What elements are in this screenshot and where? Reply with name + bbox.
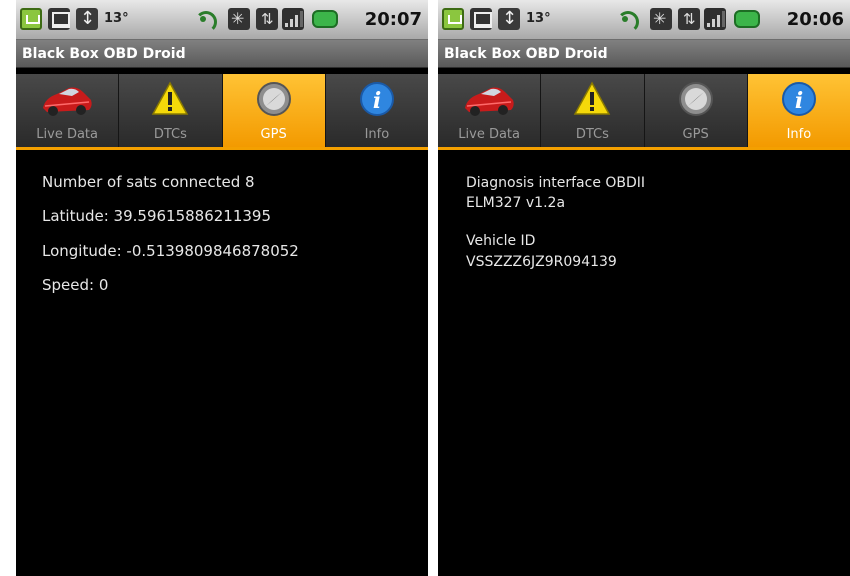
gps-signal-icon bbox=[192, 8, 217, 33]
tab-label: GPS bbox=[682, 127, 709, 142]
tab-label: Info bbox=[786, 127, 812, 142]
usb-debug-icon bbox=[76, 8, 98, 30]
info-icon: i bbox=[781, 82, 816, 116]
usb-storage-icon bbox=[470, 8, 492, 30]
gps-signal-icon bbox=[614, 8, 639, 33]
info-icon: i bbox=[359, 82, 394, 116]
data-transfer-icon bbox=[678, 8, 700, 30]
bluetooth-icon bbox=[228, 8, 250, 30]
tab-gps[interactable]: GPS bbox=[222, 74, 326, 147]
tab-label: DTCs bbox=[575, 127, 609, 142]
notification-icon bbox=[442, 8, 464, 30]
tab-label: DTCs bbox=[153, 127, 187, 142]
battery-icon bbox=[734, 10, 760, 28]
latitude-value: Latitude: 39.59615886211395 bbox=[42, 207, 272, 225]
tab-label: Live Data bbox=[458, 127, 520, 142]
compass-icon bbox=[256, 82, 291, 116]
clock-time: 20:06 bbox=[786, 9, 844, 30]
tab-label: Info bbox=[364, 127, 390, 142]
car-icon bbox=[43, 87, 92, 116]
tab-live-data[interactable]: Live Data bbox=[438, 74, 542, 147]
tab-gps[interactable]: GPS bbox=[644, 74, 748, 147]
info-content: Diagnosis interface OBDII ELM327 v1.2a V… bbox=[438, 153, 850, 576]
data-transfer-icon bbox=[256, 8, 278, 30]
phone-screen-info: 13° 20:06 Black Box OBD Droid Live Data bbox=[438, 0, 850, 576]
status-bar: 13° 20:07 bbox=[16, 0, 428, 40]
usb-debug-icon bbox=[498, 8, 520, 30]
tab-dtcs[interactable]: DTCs bbox=[541, 74, 645, 147]
longitude-value: Longitude: -0.5139809846878052 bbox=[42, 242, 299, 260]
signal-strength-icon bbox=[704, 8, 726, 30]
tab-info[interactable]: i Info bbox=[747, 74, 850, 147]
satellites-count: Number of sats connected 8 bbox=[42, 173, 255, 191]
bluetooth-icon bbox=[650, 8, 672, 30]
app-title: Black Box OBD Droid bbox=[16, 40, 428, 68]
signal-strength-icon bbox=[282, 8, 304, 30]
gps-content: Number of sats connected 8 Latitude: 39.… bbox=[16, 153, 428, 576]
speed-value: Speed: 0 bbox=[42, 276, 109, 294]
tab-bar: Live Data DTCs GPS i Info bbox=[16, 74, 428, 150]
svg-text:i: i bbox=[795, 88, 803, 114]
status-bar: 13° 20:06 bbox=[438, 0, 850, 40]
diagnosis-interface-label: Diagnosis interface OBDII bbox=[466, 175, 646, 191]
tab-live-data[interactable]: Live Data bbox=[16, 74, 120, 147]
temperature-text: 13° bbox=[104, 11, 129, 26]
battery-icon bbox=[312, 10, 338, 28]
temperature-text: 13° bbox=[526, 11, 551, 26]
tab-bar: Live Data DTCs GPS i Info bbox=[438, 74, 850, 150]
tab-dtcs[interactable]: DTCs bbox=[119, 74, 223, 147]
tab-info[interactable]: i Info bbox=[325, 74, 428, 147]
warning-icon bbox=[152, 81, 189, 115]
compass-icon bbox=[678, 82, 713, 116]
vehicle-id-label: Vehicle ID bbox=[466, 233, 536, 249]
car-icon bbox=[465, 87, 514, 116]
usb-storage-icon bbox=[48, 8, 70, 30]
vehicle-id-value: VSSZZZ6JZ9R094139 bbox=[466, 254, 617, 270]
notification-icon bbox=[20, 8, 42, 30]
phone-screen-gps: 13° 20:07 Black Box OBD Droid Live Data bbox=[16, 0, 428, 576]
diagnosis-interface-value: ELM327 v1.2a bbox=[466, 195, 566, 211]
svg-text:i: i bbox=[373, 88, 381, 114]
warning-icon bbox=[574, 81, 611, 115]
app-title: Black Box OBD Droid bbox=[438, 40, 850, 68]
clock-time: 20:07 bbox=[364, 9, 422, 30]
tab-label: Live Data bbox=[36, 127, 98, 142]
tab-label: GPS bbox=[260, 127, 287, 142]
